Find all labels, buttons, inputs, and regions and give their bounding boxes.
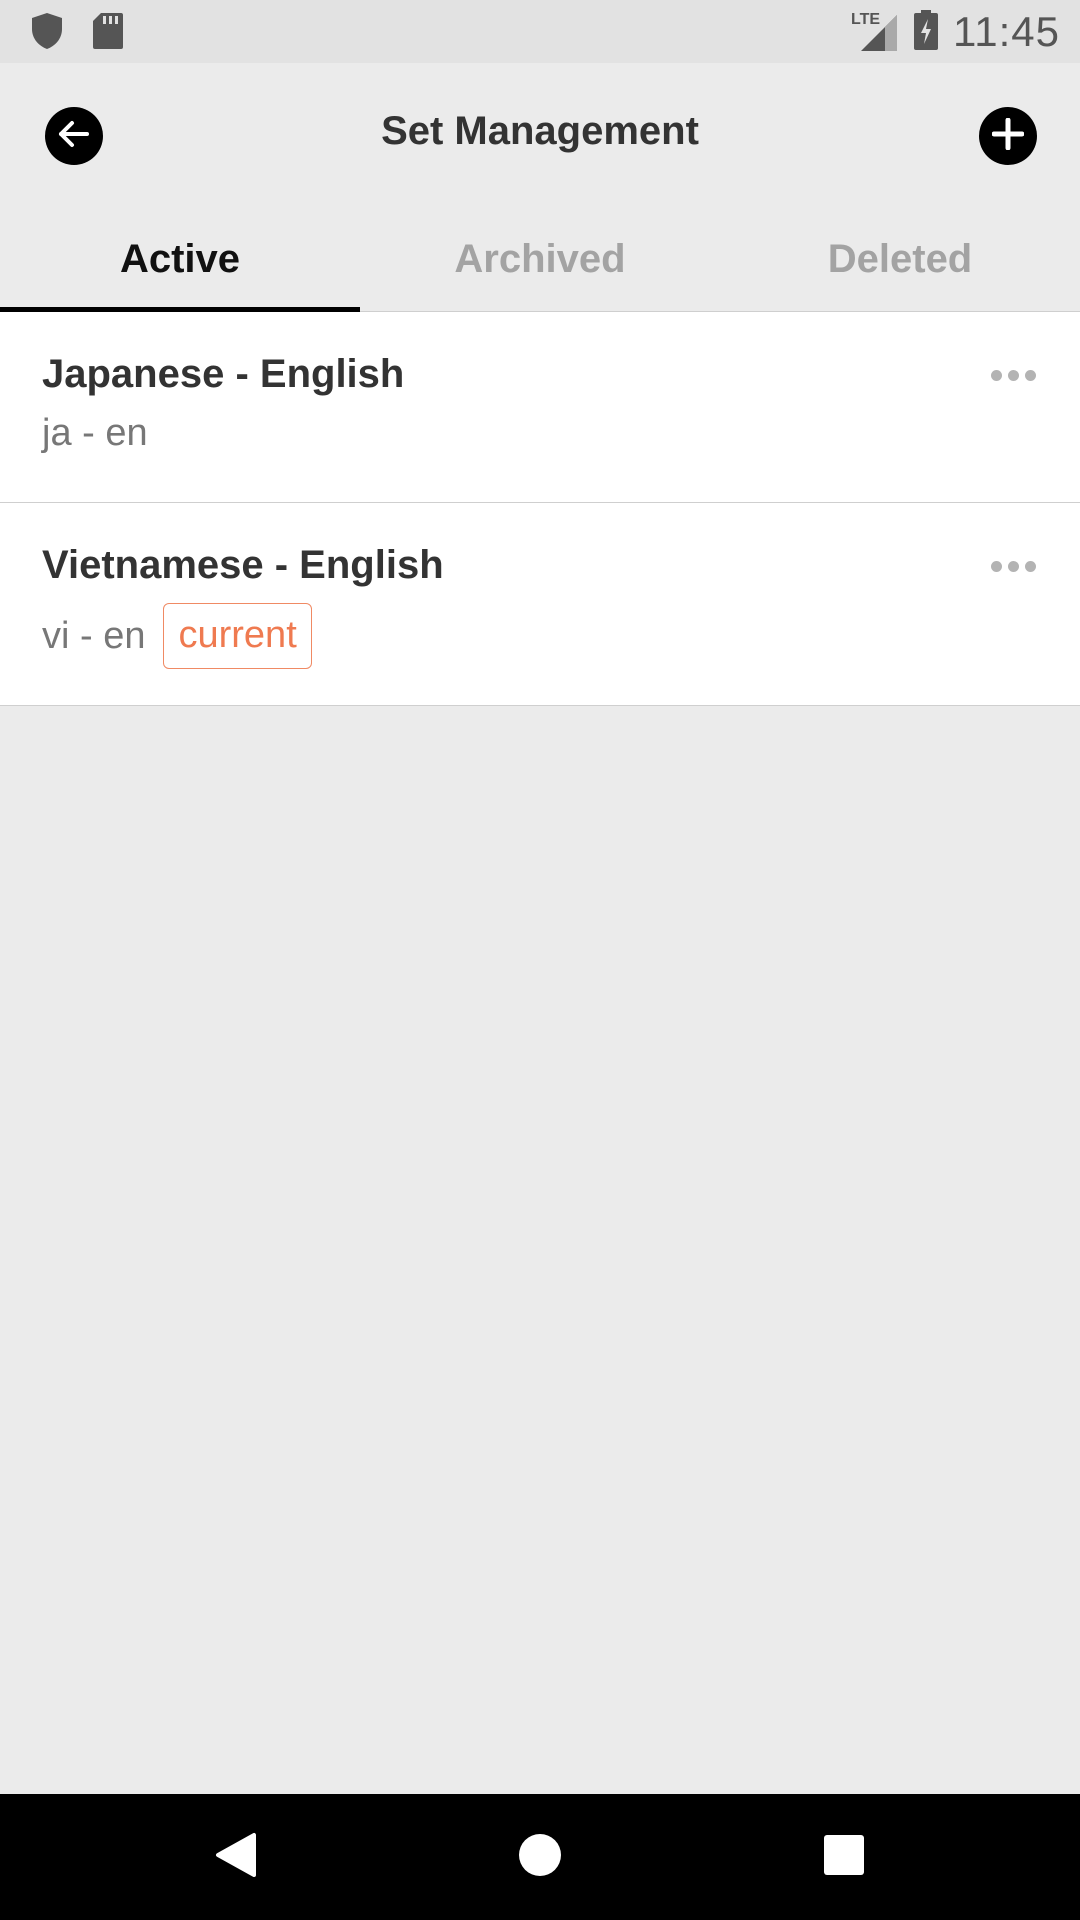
tab-bar: Active Archived Deleted: [0, 208, 1080, 312]
set-title: Vietnamese - English: [42, 543, 444, 587]
plus-icon: [991, 117, 1025, 155]
square-recents-icon: [823, 1834, 865, 1881]
nav-back-button[interactable]: [176, 1794, 296, 1920]
set-list: Japanese - English ja - en Vietnamese - …: [0, 312, 1080, 706]
list-item[interactable]: Vietnamese - English vi - en current: [0, 503, 1080, 706]
more-horizontal-icon: [991, 370, 1036, 381]
set-title: Japanese - English: [42, 352, 405, 396]
current-badge: current: [163, 603, 312, 669]
more-horizontal-icon: [991, 561, 1036, 572]
list-item[interactable]: Japanese - English ja - en: [0, 312, 1080, 503]
page-title: Set Management: [381, 109, 699, 153]
more-options-button[interactable]: [985, 555, 1042, 578]
status-left: [30, 12, 124, 55]
add-set-button[interactable]: [979, 107, 1037, 165]
system-nav-bar: [0, 1794, 1080, 1920]
set-language-codes-row: ja - en: [42, 412, 1038, 455]
battery-charging-icon: [913, 9, 939, 56]
set-language-codes: vi - en: [42, 614, 146, 657]
triangle-back-icon: [214, 1831, 258, 1884]
tab-deleted[interactable]: Deleted: [720, 208, 1080, 311]
shield-icon: [30, 12, 64, 55]
more-options-button[interactable]: [985, 364, 1042, 387]
status-right: LTE 11:45: [851, 8, 1060, 56]
nav-home-button[interactable]: [480, 1794, 600, 1920]
nav-recents-button[interactable]: [784, 1794, 904, 1920]
lte-signal-icon: LTE: [851, 11, 899, 53]
tab-active[interactable]: Active: [0, 208, 360, 312]
set-language-codes-row: vi - en current: [42, 603, 1038, 669]
sd-card-icon: [92, 12, 124, 55]
status-bar: LTE 11:45: [0, 0, 1080, 63]
app-header: Set Management: [0, 63, 1080, 208]
tab-archived[interactable]: Archived: [360, 208, 720, 311]
set-language-codes: ja - en: [42, 412, 148, 454]
circle-home-icon: [518, 1833, 562, 1882]
status-time: 11:45: [953, 8, 1060, 55]
